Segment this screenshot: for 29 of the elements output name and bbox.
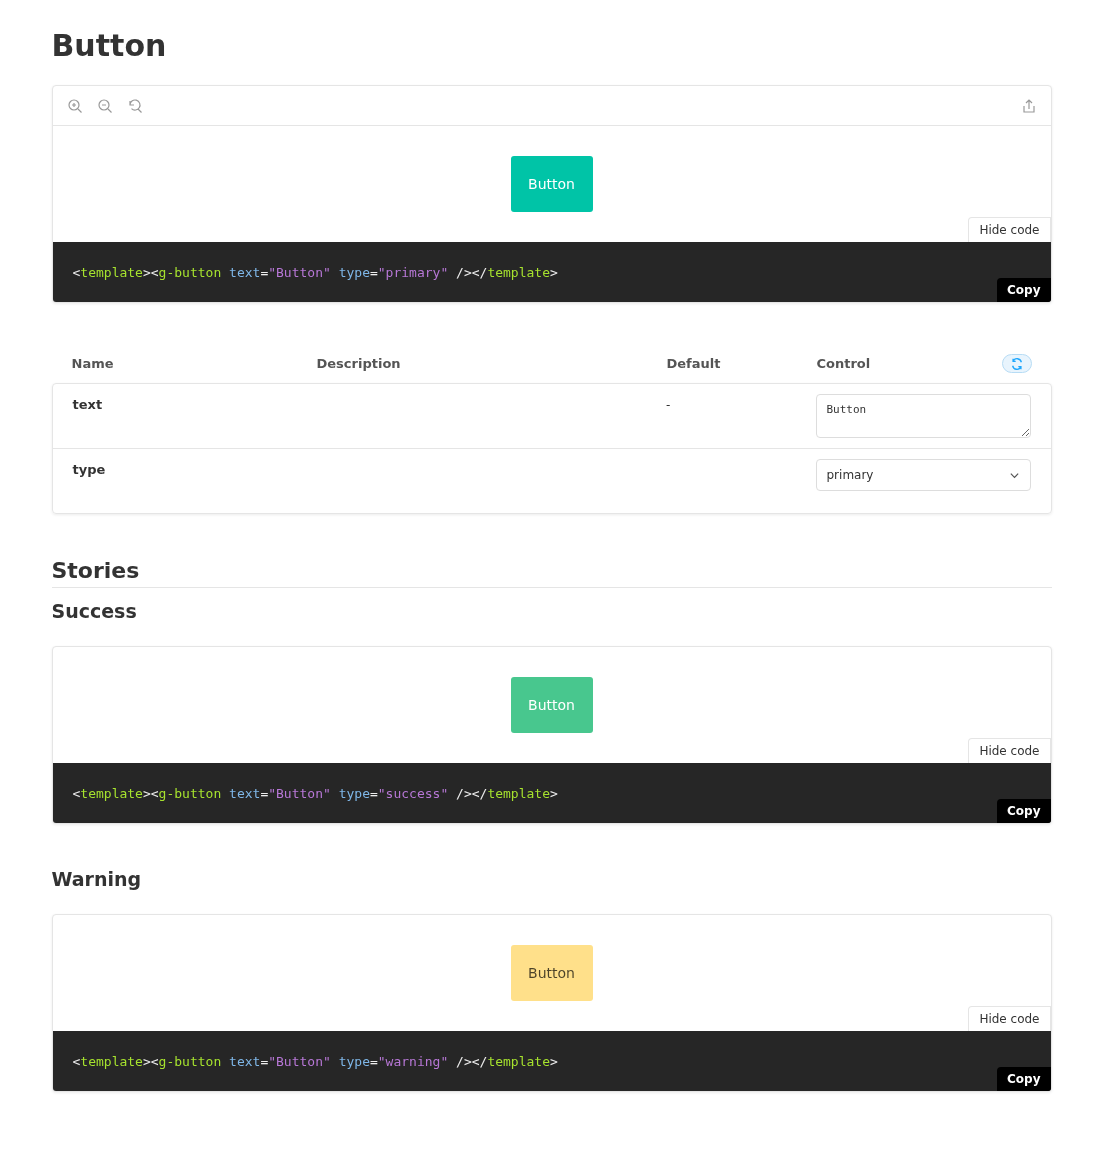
column-header: Description	[316, 355, 402, 371]
copy-button[interactable]: Copy	[997, 278, 1051, 302]
default-value: -	[665, 397, 671, 412]
page-title: Button	[51, 28, 168, 63]
column-header: Control	[816, 355, 872, 371]
reset-icon[interactable]	[126, 97, 143, 114]
code-line: <template><g-button text="Button" type="warning" /></template>	[72, 1053, 558, 1069]
reset-button[interactable]	[1001, 354, 1032, 373]
demo-button[interactable]: Button	[510, 945, 593, 1001]
hide-code-button[interactable]: Hide code	[968, 1006, 1051, 1031]
copy-button[interactable]: Copy	[997, 799, 1051, 823]
arg-name: type	[72, 461, 107, 479]
hide-code-button[interactable]: Hide code	[968, 217, 1051, 242]
story-title: Success	[51, 600, 138, 622]
arg-name: text	[72, 396, 104, 414]
column-header: Default	[666, 355, 722, 371]
zoom-out-icon[interactable]	[96, 97, 113, 114]
copy-button[interactable]: Copy	[997, 1067, 1051, 1091]
code-line: <template><g-button text="Button" type="success" /></template>	[72, 785, 558, 801]
refresh-icon	[1009, 356, 1024, 371]
zoom-in-icon[interactable]	[66, 97, 83, 114]
section-heading: Stories	[51, 558, 1052, 588]
hide-code-button[interactable]: Hide code	[968, 738, 1051, 763]
code-line: <template><g-button text="Button" type="primary" /></template>	[72, 264, 558, 280]
story-title: Warning	[51, 868, 143, 890]
select-dropdown[interactable]: primary	[815, 459, 1031, 491]
text-input-field[interactable]: Button	[815, 394, 1031, 438]
share-icon[interactable]	[1020, 97, 1037, 114]
column-header: Name	[71, 355, 115, 371]
